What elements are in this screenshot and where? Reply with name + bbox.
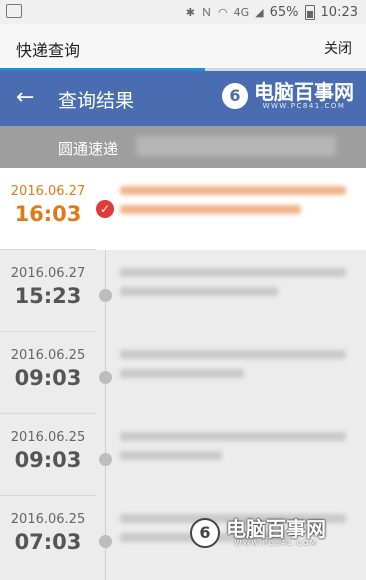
signal-icon: ◢: [255, 5, 264, 19]
event-date: 2016.06.25: [10, 512, 86, 527]
4g-icon: 4G: [233, 5, 250, 19]
timeline-dot-icon: [99, 453, 112, 466]
event-date: 2016.06.25: [10, 430, 86, 445]
tracking-number-redacted: [136, 136, 336, 156]
bottom-watermark: 6 电脑百事网 WWW.PC841.COM: [190, 518, 326, 548]
check-icon: ✓: [96, 200, 114, 218]
watermark-site: WWW.PC841.COM: [234, 539, 318, 547]
event-time: 15:23: [14, 284, 82, 308]
bluetooth-icon: ✱: [185, 5, 196, 19]
courier-company: 圆通速递: [58, 140, 119, 158]
nfc-icon: Ｎ: [201, 6, 213, 19]
timeline-item[interactable]: 2016.06.25 09:03: [0, 414, 366, 496]
watermark-site: WWW.PC841.COM: [262, 102, 346, 110]
image-icon: [6, 4, 22, 18]
timeline-dot-icon: [99, 289, 112, 302]
event-date: 2016.06.27: [10, 266, 86, 281]
timeline-dot-icon: [99, 371, 112, 384]
event-detail-redacted: [120, 344, 346, 402]
status-bar: ✱ Ｎ ◠ 4G ◢ 65% 10:23: [0, 0, 366, 24]
event-time: 09:03: [14, 448, 82, 472]
event-time: 16:03: [14, 202, 82, 226]
watermark-name: 电脑百事网: [254, 80, 354, 104]
battery-icon: [304, 4, 315, 20]
watermark-logo-icon: 6: [222, 83, 248, 109]
event-time: 07:03: [14, 530, 82, 554]
watermark-name: 电脑百事网: [226, 517, 326, 541]
event-detail-redacted: [120, 180, 346, 238]
event-detail-redacted: [120, 426, 346, 484]
event-detail-redacted: [120, 262, 346, 320]
timeline-item[interactable]: 2016.06.27 15:23: [0, 250, 366, 332]
wifi-icon: ◠: [218, 5, 228, 19]
web-toolbar: 快递查询 关闭: [0, 24, 366, 71]
timeline-item[interactable]: 2016.06.27 16:03 ✓: [0, 168, 366, 250]
arrow-left-icon[interactable]: ←: [16, 85, 34, 110]
timeline-item[interactable]: 2016.06.25 09:03: [0, 332, 366, 414]
watermark: 6 电脑百事网 WWW.PC841.COM: [222, 82, 354, 110]
app-bar: ← 查询结果 6 电脑百事网 WWW.PC841.COM: [0, 71, 366, 126]
watermark-logo-icon: 6: [190, 518, 220, 548]
courier-header: 圆通速递: [0, 126, 366, 168]
status-icons: ✱ Ｎ ◠ 4G ◢ 65% 10:23: [186, 4, 358, 20]
event-date: 2016.06.27: [10, 184, 86, 199]
event-date: 2016.06.25: [10, 348, 86, 363]
page-title: 查询结果: [58, 90, 135, 112]
web-title: 快递查询: [16, 41, 81, 60]
clock: 10:23: [320, 4, 358, 20]
battery-percent: 65%: [269, 4, 299, 20]
event-time: 09:03: [14, 366, 82, 390]
timeline-dot-icon: [99, 535, 112, 548]
close-button[interactable]: 关闭: [324, 38, 352, 58]
